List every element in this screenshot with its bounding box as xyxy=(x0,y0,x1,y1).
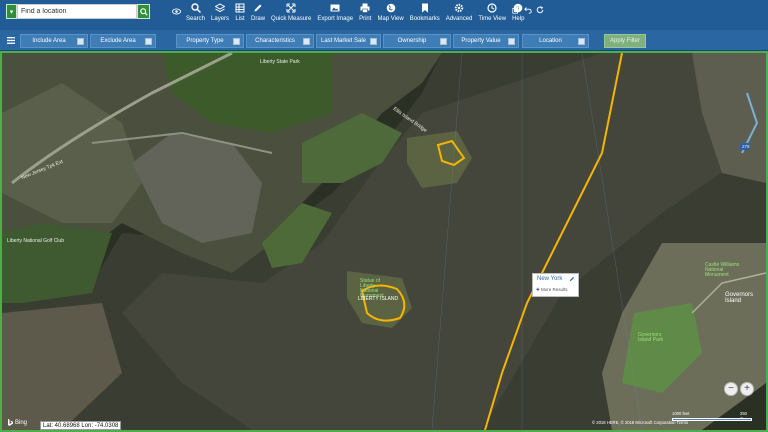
map-label-liberty-national: Liberty National Golf Club xyxy=(7,238,64,244)
refresh-icon[interactable] xyxy=(536,6,544,14)
exclude-area-label: Exclude Area xyxy=(100,38,136,44)
location-filter[interactable]: Location xyxy=(522,34,589,48)
image-icon xyxy=(330,4,340,12)
clock-icon xyxy=(487,3,497,13)
caret-down-icon: ▾ xyxy=(9,8,14,16)
last-market-sale-filter[interactable]: Last Market Sale xyxy=(316,34,381,48)
coordinates-readout: Lat: 40.68968 Lon: -74.0308 xyxy=(40,421,122,430)
map-label-liberty-island: LIBERTY ISLAND xyxy=(358,296,399,302)
map-label-governors-park: Governors Island Park xyxy=(638,332,664,343)
bookmarks-button[interactable]: Bookmarks xyxy=(407,3,443,22)
quick-measure-button[interactable]: Quick Measure xyxy=(268,3,314,22)
scale-feet-label: 1000 feet xyxy=(672,411,690,416)
search-dropdown-button[interactable]: ▾ xyxy=(6,4,17,19)
include-area-label: Include Area xyxy=(32,38,66,44)
location-label: Location xyxy=(539,38,562,44)
search-label: Search xyxy=(186,16,206,22)
ownership-filter[interactable]: Ownership xyxy=(383,34,451,48)
export-image-button[interactable]: Export Image xyxy=(314,3,356,22)
map-view-button[interactable]: Map View xyxy=(374,3,406,22)
bing-logo: Bing xyxy=(8,419,27,426)
pencil-icon xyxy=(254,4,262,12)
include-area-filter[interactable]: Include Area xyxy=(20,34,88,48)
map-view-label: Map View xyxy=(377,16,404,22)
map-label-route-278: 278 xyxy=(742,144,750,149)
last-market-sale-checkbox[interactable] xyxy=(370,38,377,45)
measure-icon xyxy=(286,3,296,13)
ownership-label: Ownership xyxy=(397,38,427,44)
bookmarks-label: Bookmarks xyxy=(409,16,440,22)
search-icon xyxy=(190,3,201,13)
location-popup[interactable]: New York ✚ More Results xyxy=(532,273,579,297)
property-value-label: Property Value xyxy=(461,38,501,44)
search-go-button[interactable] xyxy=(137,4,150,19)
print-label: Print xyxy=(359,16,372,22)
bing-label: Bing xyxy=(15,419,28,426)
search-icon xyxy=(139,7,148,16)
undo-icon[interactable] xyxy=(524,6,532,14)
gear-icon xyxy=(454,3,464,13)
apply-filter-button[interactable]: Apply Filter xyxy=(604,34,646,48)
last-market-sale-label: Last Market Sale xyxy=(320,38,367,44)
exclude-area-checkbox[interactable] xyxy=(145,38,152,45)
window-icon[interactable] xyxy=(512,6,520,14)
top-toolbar: ▾ Search Layers List Draw Quick Measure xyxy=(0,0,768,30)
globe-icon xyxy=(386,3,395,13)
characteristics-label: Characteristics xyxy=(255,38,295,44)
ownership-checkbox[interactable] xyxy=(440,38,447,45)
property-type-filter[interactable]: Property Type xyxy=(176,34,244,48)
print-button[interactable]: Print xyxy=(356,3,374,22)
include-area-checkbox[interactable] xyxy=(77,38,84,45)
draw-label: Draw xyxy=(251,16,266,22)
search-button[interactable]: Search xyxy=(183,3,208,22)
layers-button[interactable]: Layers xyxy=(208,3,232,22)
list-icon xyxy=(235,3,245,13)
search-input[interactable] xyxy=(17,4,137,19)
property-type-label: Property Type xyxy=(186,38,224,44)
map-canvas[interactable]: Liberty State Park Liberty National Golf… xyxy=(0,51,768,432)
more-results-label: More Results xyxy=(541,287,568,292)
advanced-button[interactable]: Advanced xyxy=(443,3,476,22)
exclude-area-filter[interactable]: Exclude Area xyxy=(90,34,156,48)
print-icon xyxy=(360,3,370,13)
eye-icon[interactable] xyxy=(172,7,181,16)
time-view-button[interactable]: Time View xyxy=(475,3,509,22)
satellite-imagery xyxy=(2,53,766,430)
list-label: List xyxy=(235,16,245,22)
layers-label: Layers xyxy=(211,16,230,22)
characteristics-filter[interactable]: Characteristics xyxy=(246,34,314,48)
export-image-label: Export Image xyxy=(317,16,354,22)
map-label-liberty-state-park: Liberty State Park xyxy=(260,59,300,65)
scale-bar: 1000 feet 250 m xyxy=(672,411,752,421)
pencil-icon[interactable] xyxy=(569,276,575,282)
list-button[interactable]: List xyxy=(232,3,248,22)
scale-bar-line xyxy=(672,418,752,421)
advanced-label: Advanced xyxy=(445,16,473,22)
location-checkbox[interactable] xyxy=(578,38,585,45)
property-value-checkbox[interactable] xyxy=(508,38,515,45)
popup-title: New York xyxy=(537,276,563,282)
quick-measure-label: Quick Measure xyxy=(271,16,312,22)
map-label-governors-island: Governors Island xyxy=(725,292,754,304)
property-type-checkbox[interactable] xyxy=(233,38,240,45)
bing-icon xyxy=(8,419,13,426)
property-value-filter[interactable]: Property Value xyxy=(453,34,519,48)
time-view-label: Time View xyxy=(478,16,507,22)
layers-icon xyxy=(215,3,226,13)
more-results-link[interactable]: ✚ More Results xyxy=(536,287,568,293)
map-label-castle-williams: Castle Williams National Monument xyxy=(705,262,740,278)
location-search: ▾ xyxy=(6,4,150,19)
filter-bar: Include Area Exclude Area Property Type … xyxy=(0,30,768,51)
menu-icon[interactable] xyxy=(7,37,15,44)
zoom-out-button[interactable]: − xyxy=(724,382,738,396)
toolbar-buttons: Search Layers List Draw Quick Measure Ex… xyxy=(183,3,527,22)
draw-button[interactable]: Draw xyxy=(248,3,268,22)
characteristics-checkbox[interactable] xyxy=(303,38,310,45)
zoom-in-button[interactable]: + xyxy=(740,382,754,396)
bookmark-icon xyxy=(421,3,428,13)
help-label: Help xyxy=(512,16,525,22)
